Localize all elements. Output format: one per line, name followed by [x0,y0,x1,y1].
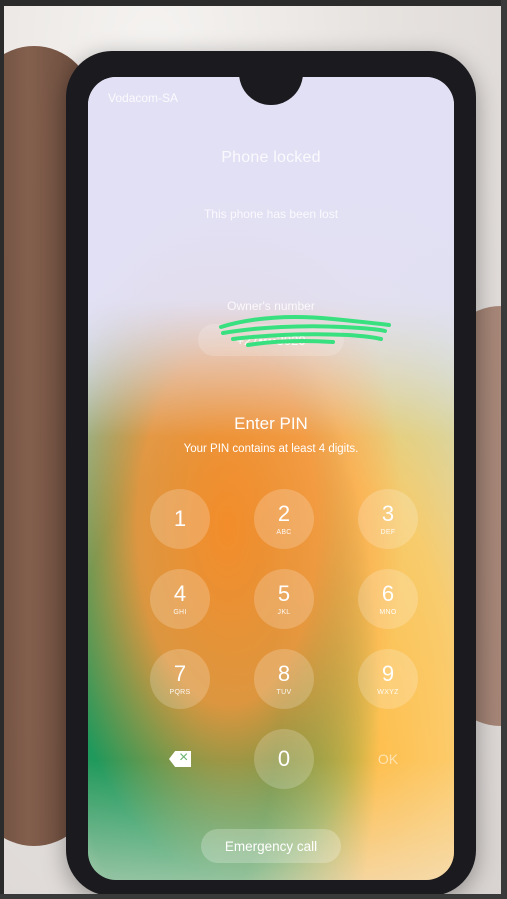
ok-label: OK [377,751,399,767]
key-5[interactable]: 5 JKL [254,569,314,629]
backspace-icon [169,749,191,767]
pin-keypad: 1 2 ABC 3 DEF 4 GHI 5 JKL 6 MNO 7 PQRS 8… [150,489,418,809]
key-9[interactable]: 9 WXYZ [358,649,418,709]
key-letters: TUV [276,688,292,696]
key-digit: 3 [381,500,395,526]
backspace-button[interactable] [150,729,210,789]
key-letters: PQRS [169,688,191,696]
key-letters: GHI [173,608,187,616]
key-letters: DEF [380,528,396,536]
key-digit: 0 [277,746,291,771]
redaction-scribble [219,315,391,347]
lost-message: This phone has been lost [203,207,339,221]
key-letters: ABC [276,528,292,536]
carrier-label: Vodacom-SA [108,91,179,105]
pin-hint: Your PIN contains at least 4 digits. [183,443,359,455]
key-digit: 2 [277,500,291,526]
key-8[interactable]: 8 TUV [254,649,314,709]
key-digit: 1 [173,506,187,531]
key-digit: 5 [277,580,291,606]
key-0[interactable]: 0 [254,729,314,789]
key-digit: 4 [173,580,187,606]
frame-border-bottom [0,894,507,899]
key-digit: 9 [381,660,395,686]
key-3[interactable]: 3 DEF [358,489,418,549]
key-digit: 6 [381,580,395,606]
frame-border-right [501,0,507,899]
photo-background: Vodacom-SA Phone locked This phone has b… [4,6,501,894]
enter-pin-title: Enter PIN [234,414,308,433]
key-digit: 7 [173,660,187,686]
key-digit: 8 [277,660,291,686]
emergency-call-button[interactable]: Emergency call [201,829,341,863]
phone-device: Vodacom-SA Phone locked This phone has b… [66,51,476,894]
key-letters: JKL [277,608,291,616]
key-1[interactable]: 1 [150,489,210,549]
key-6[interactable]: 6 MNO [358,569,418,629]
screen-glare [88,77,454,437]
key-letters: MNO [379,608,397,616]
lock-screen: Vodacom-SA Phone locked This phone has b… [88,77,454,880]
key-letters: WXYZ [377,688,399,696]
key-7[interactable]: 7 PQRS [150,649,210,709]
key-4[interactable]: 4 GHI [150,569,210,629]
phone-locked-title: Phone locked [221,149,321,166]
ok-button[interactable]: OK [358,729,418,789]
key-2[interactable]: 2 ABC [254,489,314,549]
